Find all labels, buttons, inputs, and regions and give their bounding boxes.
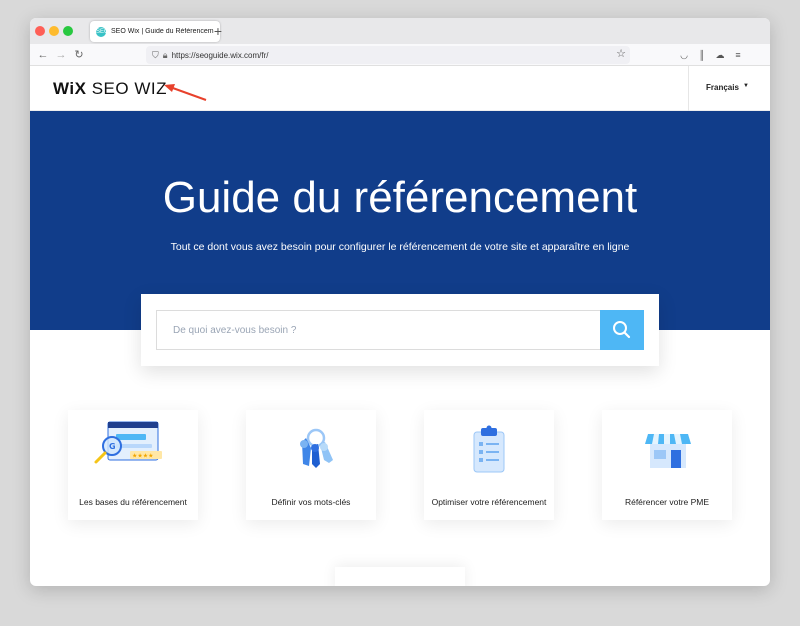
bookmark-star-icon[interactable]: ☆ xyxy=(616,47,626,60)
lock-icon[interactable]: 🔒︎ xyxy=(163,50,168,61)
extensions-icon[interactable]: ☁ xyxy=(714,48,726,62)
browser-toolbar: ← → ↻ ⛉ 🔒︎ https://seoguide.wix.com/fr/ … xyxy=(30,44,770,66)
category-label: Les bases du référencement xyxy=(79,497,187,507)
search-card xyxy=(141,294,659,366)
hero-subtitle: Tout ce dont vous avez besoin pour confi… xyxy=(170,241,630,253)
reload-icon[interactable]: ↻ xyxy=(72,47,86,63)
category-card-bases[interactable]: ★★★★ G Les bases du référencement xyxy=(68,410,198,520)
tab-title: SEO Wix | Guide du Référencem xyxy=(111,28,214,35)
next-section-card xyxy=(335,567,465,586)
site-header: WiX SEO WIZ Français ▼ xyxy=(30,66,770,111)
wix-favicon-icon: SEO xyxy=(96,26,109,37)
language-selector[interactable]: Français xyxy=(706,83,739,92)
search-input[interactable] xyxy=(156,310,601,350)
category-label: Référencer votre PME xyxy=(624,497,710,507)
svg-text:G: G xyxy=(109,442,116,451)
svg-text:★★★★: ★★★★ xyxy=(132,453,154,460)
category-card-sme[interactable]: Référencer votre PME xyxy=(602,410,732,520)
storefront-icon xyxy=(645,434,691,468)
category-card-keywords[interactable]: Définir vos mots-clés xyxy=(246,410,376,520)
category-label: Définir vos mots-clés xyxy=(271,497,351,507)
category-label: Optimiser votre référencement xyxy=(431,497,547,507)
new-tab-button[interactable]: + xyxy=(210,22,226,40)
close-window-button[interactable] xyxy=(35,26,45,36)
maximize-window-button[interactable] xyxy=(63,26,73,36)
browser-tab[interactable]: SEO SEO Wix | Guide du Référencem xyxy=(90,21,220,42)
back-arrow-icon[interactable]: ← xyxy=(36,47,50,63)
library-icon[interactable]: ║ xyxy=(696,48,708,62)
header-divider xyxy=(688,66,689,111)
chevron-down-icon[interactable]: ▼ xyxy=(743,83,749,89)
url-text[interactable]: https://seoguide.wix.com/fr/ xyxy=(172,51,269,60)
keys-icon xyxy=(300,428,333,468)
browser-window: SEO SEO Wix | Guide du Référencem + ← → … xyxy=(30,18,770,586)
search-results-icon: ★★★★ G xyxy=(94,421,162,464)
tab-strip: SEO SEO Wix | Guide du Référencem + xyxy=(30,18,770,44)
pocket-icon[interactable]: ◡ xyxy=(678,48,690,62)
shield-icon[interactable]: ⛉ xyxy=(152,50,159,61)
category-card-optimize[interactable]: Optimiser votre référencement xyxy=(424,410,554,520)
search-button[interactable] xyxy=(600,310,644,350)
search-icon xyxy=(613,321,631,339)
wix-seo-wiz-logo[interactable]: WiX SEO WIZ xyxy=(53,79,167,99)
minimize-window-button[interactable] xyxy=(49,26,59,36)
clipboard-icon xyxy=(473,425,505,473)
forward-arrow-icon[interactable]: → xyxy=(54,47,68,63)
address-bar[interactable]: ⛉ 🔒︎ https://seoguide.wix.com/fr/ ☆ xyxy=(146,46,630,64)
red-arrow-annotation-icon xyxy=(164,84,207,101)
page-title: Guide du référencement xyxy=(162,173,638,222)
menu-icon[interactable]: ≡ xyxy=(732,48,744,62)
